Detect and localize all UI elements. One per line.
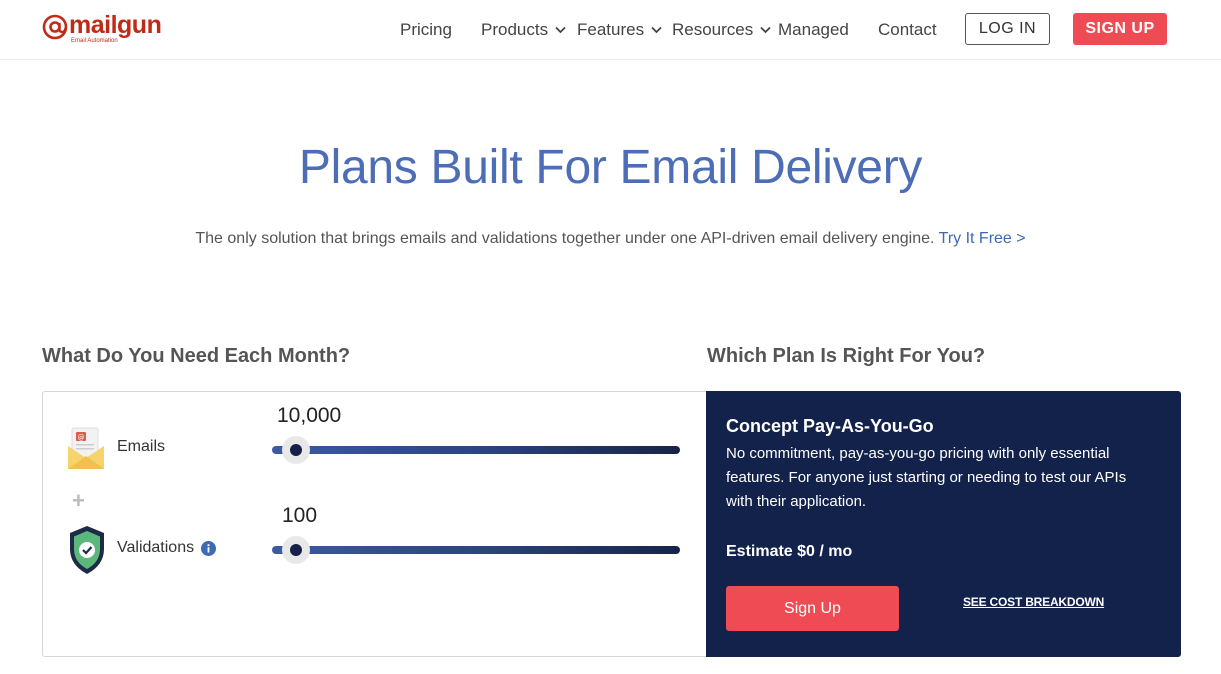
validations-value: 100 — [282, 504, 318, 527]
see-cost-breakdown-link[interactable]: SEE COST BREAKDOWN — [963, 595, 1104, 609]
usage-calculator-panel — [42, 391, 707, 657]
login-button[interactable]: LOG IN — [965, 13, 1050, 45]
plan-recommendation-panel: Concept Pay-As-You-Go No commitment, pay… — [706, 391, 1181, 657]
header-signup-button[interactable]: SIGN UP — [1073, 13, 1167, 45]
plan-signup-button[interactable]: Sign Up — [726, 586, 899, 631]
logo-wordmark: mailgun — [69, 11, 162, 39]
site-header: mailgun Email Automation Pricing Product… — [0, 0, 1221, 60]
nav-contact-label: Contact — [878, 20, 937, 39]
page-title: Plans Built For Email Delivery — [298, 141, 923, 194]
plan-description: No commitment, pay-as-you-go pricing wit… — [726, 445, 1127, 510]
nav-pricing[interactable]: Pricing — [400, 20, 452, 40]
info-icon[interactable] — [201, 540, 217, 556]
svg-text:@: @ — [78, 434, 85, 442]
chevron-down-icon — [651, 26, 662, 34]
validations-label: Validations — [117, 539, 195, 556]
emails-label: Emails — [117, 438, 166, 455]
nav-products[interactable]: Products — [481, 20, 566, 40]
chevron-down-icon — [760, 26, 771, 34]
nav-managed[interactable]: Managed — [778, 20, 849, 40]
emails-slider-track[interactable] — [272, 446, 680, 454]
nav-managed-label: Managed — [778, 20, 849, 39]
at-sign-logo-icon — [42, 14, 68, 40]
chevron-down-icon — [555, 26, 566, 34]
plan-estimate: Estimate $0 / mo — [726, 543, 853, 560]
nav-features-label: Features — [577, 20, 645, 39]
mailgun-logo[interactable]: mailgun Email Automation — [42, 10, 162, 44]
validations-label-row: Validations — [117, 539, 217, 557]
nav-resources-label: Resources — [672, 20, 754, 39]
shield-check-icon — [70, 526, 104, 574]
hero-subtitle: The only solution that brings emails and… — [0, 230, 1221, 248]
validations-slider-track[interactable] — [272, 546, 680, 554]
envelope-icon: @ — [68, 427, 104, 469]
nav-features[interactable]: Features — [577, 20, 662, 40]
calculator-heading: What Do You Need Each Month? — [42, 345, 351, 367]
emails-value: 10,000 — [277, 404, 342, 427]
logo-tagline: Email Automation — [71, 38, 118, 44]
nav-pricing-label: Pricing — [400, 20, 452, 39]
try-it-free-link[interactable]: Try It Free > — [939, 230, 1026, 247]
nav-products-label: Products — [481, 20, 549, 39]
plan-heading: Which Plan Is Right For You? — [707, 345, 986, 367]
hero-subtitle-text: The only solution that brings emails and… — [195, 230, 935, 247]
nav-resources[interactable]: Resources — [672, 20, 771, 40]
nav-contact[interactable]: Contact — [878, 20, 937, 40]
plan-name: Concept Pay-As-You-Go — [726, 416, 934, 436]
plus-icon: + — [72, 488, 85, 513]
